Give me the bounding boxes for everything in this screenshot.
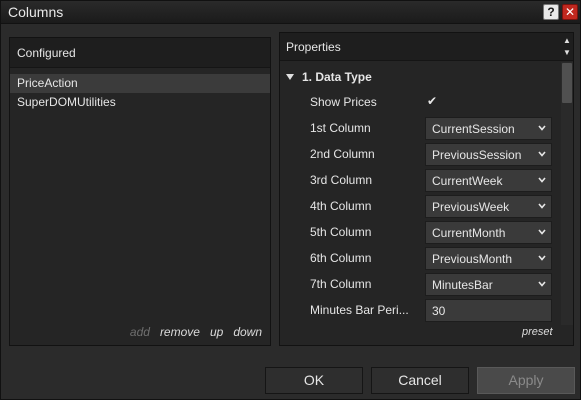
property-row-column-1: 1st Column CurrentSession (280, 116, 560, 140)
scroll-down-icon[interactable]: ▼ (562, 48, 572, 58)
triangle-down-icon[interactable] (286, 74, 294, 80)
help-icon[interactable]: ? (543, 4, 559, 20)
remove-link[interactable]: remove (160, 325, 200, 339)
up-link[interactable]: up (210, 325, 223, 339)
property-row-column-7: 7th Column MinutesBar (280, 272, 560, 296)
chevron-down-icon (538, 255, 546, 261)
configured-panel: Configured PriceAction SuperDOMUtilities… (9, 37, 271, 346)
properties-title: Properties (286, 40, 341, 54)
minutes-bar-period-label: Minutes Bar Peri... (310, 303, 409, 317)
configured-list: PriceAction SuperDOMUtilities (10, 74, 270, 112)
column-3-select[interactable]: CurrentWeek (425, 169, 552, 192)
column-7-value: MinutesBar (432, 278, 493, 292)
property-row-column-6: 6th Column PreviousMonth (280, 246, 560, 270)
configured-header: Configured (10, 38, 270, 68)
section-data-type[interactable]: 1. Data Type (286, 70, 372, 84)
column-2-select[interactable]: PreviousSession (425, 143, 552, 166)
column-2-label: 2nd Column (310, 147, 375, 161)
column-7-select[interactable]: MinutesBar (425, 273, 552, 296)
properties-header: Properties ▲ ▼ (280, 33, 573, 61)
close-icon[interactable]: ✕ (562, 4, 578, 20)
down-link[interactable]: down (233, 325, 262, 339)
property-row-column-3: 3rd Column CurrentWeek (280, 168, 560, 192)
section-title: 1. Data Type (302, 70, 372, 84)
property-row-minutes-bar-period: Minutes Bar Peri... 30 (280, 298, 560, 322)
column-6-value: PreviousMonth (432, 252, 513, 266)
column-5-select[interactable]: CurrentMonth (425, 221, 552, 244)
ok-button[interactable]: OK (265, 367, 363, 394)
column-2-value: PreviousSession (432, 148, 522, 162)
column-1-value: CurrentSession (432, 122, 515, 136)
scroll-up-icon[interactable]: ▲ (562, 36, 572, 46)
add-link: add (129, 325, 150, 339)
scrollbar-thumb[interactable] (562, 63, 572, 103)
show-prices-label: Show Prices (310, 95, 377, 109)
column-4-label: 4th Column (310, 199, 372, 213)
column-5-label: 5th Column (310, 225, 372, 239)
checkmark-icon[interactable]: ✔ (425, 94, 439, 108)
column-6-label: 6th Column (310, 251, 372, 265)
property-row-column-4: 4th Column PreviousWeek (280, 194, 560, 218)
column-1-label: 1st Column (310, 121, 371, 135)
column-7-label: 7th Column (310, 277, 372, 291)
column-3-label: 3rd Column (310, 173, 373, 187)
property-row-column-5: 5th Column CurrentMonth (280, 220, 560, 244)
chevron-down-icon (538, 281, 546, 287)
chevron-down-icon (538, 229, 546, 235)
properties-panel: Properties ▲ ▼ 1. Data Type Show Prices … (279, 32, 574, 346)
minutes-bar-period-value: 30 (432, 304, 446, 318)
list-item[interactable]: PriceAction (10, 74, 270, 93)
chevron-down-icon (538, 151, 546, 157)
title-bar: Columns ? ✕ (1, 1, 580, 24)
preset-link[interactable]: preset (522, 326, 553, 338)
apply-button[interactable]: Apply (477, 367, 575, 394)
column-4-value: PreviousWeek (432, 200, 510, 214)
configured-title: Configured (17, 46, 76, 60)
list-item[interactable]: SuperDOMUtilities (10, 93, 270, 112)
columns-dialog: Columns ? ✕ Configured PriceAction Super… (0, 0, 581, 400)
chevron-down-icon (538, 177, 546, 183)
property-row-column-2: 2nd Column PreviousSession (280, 142, 560, 166)
cancel-button[interactable]: Cancel (371, 367, 469, 394)
minutes-bar-period-input[interactable]: 30 (425, 299, 552, 322)
window-title: Columns (8, 4, 64, 20)
chevron-down-icon (538, 125, 546, 131)
column-3-value: CurrentWeek (432, 174, 503, 188)
column-4-select[interactable]: PreviousWeek (425, 195, 552, 218)
column-6-select[interactable]: PreviousMonth (425, 247, 552, 270)
column-5-value: CurrentMonth (432, 226, 506, 240)
property-row-show-prices: Show Prices ✔ (280, 90, 560, 114)
list-actions: add remove up down (130, 325, 262, 339)
column-1-select[interactable]: CurrentSession (425, 117, 552, 140)
chevron-down-icon (538, 203, 546, 209)
